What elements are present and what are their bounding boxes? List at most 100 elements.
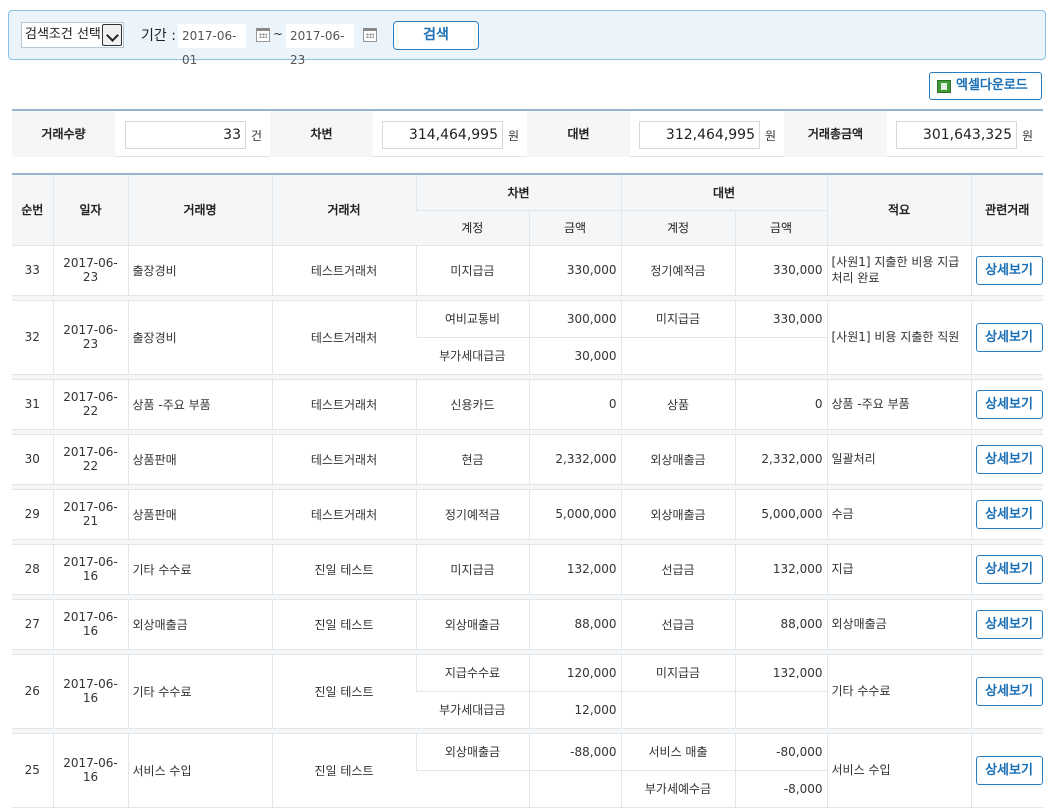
total-amount-value: 301,643,325 — [896, 121, 1017, 149]
total-amount-label: 거래총금액 — [784, 111, 887, 157]
cell-no: 32 — [12, 300, 53, 375]
cell-name: 상품판매 — [127, 489, 272, 540]
detail-view-button[interactable]: 상세보기 — [975, 255, 1043, 285]
detail-view-button[interactable]: 상세보기 — [975, 322, 1043, 352]
search-condition-label: 검색조건 선택 — [25, 27, 101, 42]
credit-total-unit: 원 — [765, 129, 777, 143]
cell-no: 33 — [12, 245, 53, 296]
cell-memo: 일괄처리 — [826, 434, 971, 485]
cell-credit-amount: 330,000 — [734, 245, 827, 296]
cell-credit-amount: 330,000 — [734, 300, 827, 338]
table-row: 32 2017-06-23 출장경비 테스트거래처 여비교통비 300,000 미지급금 33… — [12, 300, 1043, 375]
cell-related: 상세보기 — [970, 544, 1043, 595]
search-button[interactable]: 검색 — [393, 21, 479, 50]
cell-credit-account: 선급금 — [620, 544, 735, 595]
detail-view-button[interactable]: 상세보기 — [975, 676, 1043, 706]
cell-credit-account: 미지급금 — [620, 300, 735, 338]
cell-related: 상세보기 — [970, 245, 1043, 296]
cell-debit-account: 미지급금 — [415, 245, 529, 296]
cell-name: 기타 수수료 — [127, 654, 272, 729]
cell-debit-account: 정기예적금 — [415, 489, 529, 540]
cell-credit-amount — [734, 337, 827, 375]
cell-credit-account — [620, 337, 735, 375]
cell-debit-account: 지급수수료 — [415, 654, 529, 692]
date-to-input[interactable]: 2017-06-23 — [286, 24, 354, 67]
cell-partner: 테스트거래처 — [271, 489, 416, 540]
period-label: 기간 : — [141, 28, 176, 44]
cell-no: 25 — [12, 733, 53, 808]
cell-debit-account: 여비교통비 — [415, 300, 529, 338]
cell-date: 2017-06-21 — [52, 489, 128, 540]
cell-debit-amount: 330,000 — [528, 245, 621, 296]
cell-name: 기타 수수료 — [127, 544, 272, 595]
cell-debit-amount: 132,000 — [528, 544, 621, 595]
detail-view-button[interactable]: 상세보기 — [975, 389, 1043, 419]
chevron-down-icon[interactable] — [102, 24, 122, 46]
detail-view-button[interactable]: 상세보기 — [975, 444, 1043, 474]
excel-download-button[interactable]: 엑셀다운로드 — [929, 72, 1042, 100]
cell-debit-amount: 300,000 — [528, 300, 621, 338]
date-from-input[interactable]: 2017-06-01 — [178, 24, 246, 67]
cell-debit-account: 신용카드 — [415, 379, 529, 430]
cell-memo: [사원1] 비용 지출한 직원 — [826, 300, 971, 375]
cell-partner: 진일 테스트 — [271, 599, 416, 650]
cell-partner: 진일 테스트 — [271, 544, 416, 595]
calendar-icon[interactable] — [363, 28, 377, 42]
cell-credit-account: 상품 — [620, 379, 735, 430]
cell-debit-account: 미지급금 — [415, 544, 529, 595]
cell-partner: 진일 테스트 — [271, 733, 416, 808]
detail-view-button[interactable]: 상세보기 — [975, 609, 1043, 639]
cell-date: 2017-06-16 — [52, 654, 128, 729]
calendar-icon[interactable] — [256, 28, 270, 42]
header-partner: 거래처 — [271, 173, 416, 246]
cell-debit-amount: 30,000 — [528, 337, 621, 375]
cell-credit-amount: 2,332,000 — [734, 434, 827, 485]
cell-memo: 상품 -주요 부품 — [826, 379, 971, 430]
cell-debit-account: 현금 — [415, 434, 529, 485]
cell-date: 2017-06-23 — [52, 300, 128, 375]
header-credit-account: 계정 — [620, 210, 735, 246]
debit-total-label: 차변 — [270, 111, 373, 157]
cell-credit-account: 외상매출금 — [620, 434, 735, 485]
header-credit: 대변 — [620, 173, 827, 211]
cell-name: 출장경비 — [127, 245, 272, 296]
cell-memo: 기타 수수료 — [826, 654, 971, 729]
header-debit: 차변 — [415, 173, 621, 211]
cell-date: 2017-06-23 — [52, 245, 128, 296]
cell-name: 출장경비 — [127, 300, 272, 375]
cell-credit-amount — [734, 691, 827, 729]
cell-no: 28 — [12, 544, 53, 595]
search-condition-select[interactable]: 검색조건 선택 — [21, 22, 124, 48]
cell-name: 서비스 수입 — [127, 733, 272, 808]
cell-debit-account: 부가세대급금 — [416, 691, 529, 729]
cell-debit-account: 부가세대급금 — [416, 337, 529, 375]
cell-memo: 서비스 수입 — [826, 733, 971, 808]
header-debit-account: 계정 — [416, 210, 529, 246]
cell-debit-amount: 12,000 — [528, 691, 621, 729]
cell-related: 상세보기 — [970, 300, 1043, 375]
cell-memo: 외상매출금 — [826, 599, 971, 650]
detail-view-button[interactable]: 상세보기 — [975, 499, 1043, 529]
table-row: 27 2017-06-16 외상매출금 진일 테스트 외상매출금 88,000 선급금 88,… — [12, 599, 1043, 650]
cell-name: 외상매출금 — [127, 599, 272, 650]
cell-partner: 테스트거래처 — [271, 300, 416, 375]
total-amount-unit: 원 — [1022, 129, 1034, 143]
cell-credit-amount: 132,000 — [734, 654, 827, 692]
header-credit-amount: 금액 — [734, 210, 827, 246]
cell-credit-amount: -80,000 — [734, 733, 827, 771]
header-name: 거래명 — [127, 173, 272, 246]
debit-total-value: 314,464,995 — [382, 121, 503, 149]
credit-total-label: 대변 — [527, 111, 630, 157]
transaction-table: 순번 일자 거래명 거래처 차변 대변 적요 관련거래 계정 금액 계정 금액 … — [12, 173, 1043, 808]
detail-view-button[interactable]: 상세보기 — [975, 554, 1043, 584]
cell-partner: 진일 테스트 — [271, 654, 416, 729]
table-body: 33 2017-06-23 출장경비 테스트거래처 미지급금 330,000 정기예적금 33… — [12, 245, 1043, 808]
cell-name: 상품 -주요 부품 — [127, 379, 272, 430]
cell-debit-amount: -88,000 — [528, 733, 621, 771]
detail-view-button[interactable]: 상세보기 — [975, 755, 1043, 785]
cell-credit-amount: 0 — [734, 379, 827, 430]
cell-debit-amount: 120,000 — [528, 654, 621, 692]
cell-no: 31 — [12, 379, 53, 430]
date-separator: ~ — [273, 27, 284, 41]
header-memo: 적요 — [826, 173, 971, 246]
